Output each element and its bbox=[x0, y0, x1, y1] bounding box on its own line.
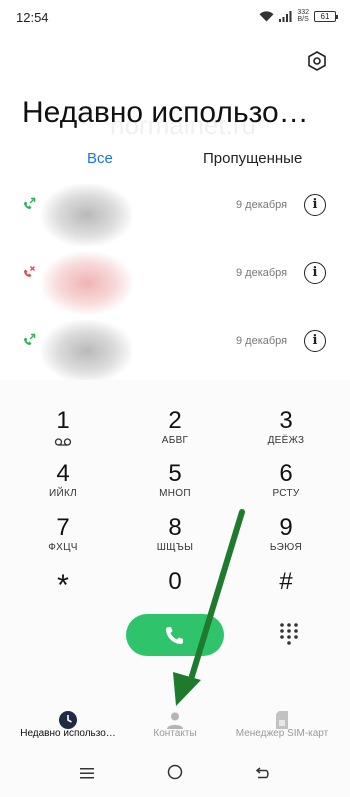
key-digit: # bbox=[279, 568, 293, 595]
key-digit: * bbox=[57, 569, 69, 602]
contact-name-blurred bbox=[42, 252, 132, 314]
key-4[interactable]: 4 ИЙКЛ bbox=[8, 461, 118, 511]
missed-call-icon bbox=[24, 266, 35, 277]
key-7[interactable]: 7 ФХЦЧ bbox=[8, 515, 118, 565]
key-star[interactable]: * bbox=[8, 571, 118, 621]
page-title: Недавно использо… bbox=[22, 96, 309, 129]
key-digit: 8 bbox=[168, 514, 182, 541]
status-bar: 12:54 332 B/S 61 bbox=[0, 0, 350, 36]
tab-all[interactable]: Все bbox=[87, 150, 113, 167]
net-speed-unit: B/S bbox=[297, 16, 309, 23]
key-5[interactable]: 5 МНОП bbox=[120, 461, 230, 511]
key-letters: РСТУ bbox=[272, 488, 300, 499]
phone-icon bbox=[166, 627, 183, 644]
system-nav-bar bbox=[0, 760, 350, 797]
info-icon[interactable]: i bbox=[304, 194, 326, 216]
status-time: 12:54 bbox=[16, 10, 49, 25]
key-digit: 1 bbox=[56, 407, 70, 434]
call-date: 9 декабря bbox=[236, 267, 288, 279]
key-3[interactable]: 3 ДЕЁЖЗ bbox=[231, 408, 341, 458]
key-9[interactable]: 9 ЬЭЮЯ bbox=[231, 515, 341, 565]
key-digit: 2 bbox=[168, 407, 182, 434]
key-digit: 4 bbox=[56, 460, 70, 487]
key-digit: 3 bbox=[279, 407, 293, 434]
key-letters: АБВГ bbox=[161, 435, 189, 446]
contact-name-blurred bbox=[42, 184, 132, 246]
signal-icon bbox=[279, 10, 292, 22]
person-icon bbox=[167, 712, 183, 729]
key-1[interactable]: 1 bbox=[8, 408, 118, 458]
battery-level: 61 bbox=[320, 11, 330, 21]
key-digit: 9 bbox=[279, 514, 293, 541]
tab-missed[interactable]: Пропущенные bbox=[203, 150, 302, 167]
key-letters: ФХЦЧ bbox=[48, 542, 78, 553]
info-icon[interactable]: i bbox=[304, 330, 326, 352]
key-letters: ШЩЪЫ bbox=[156, 542, 194, 553]
call-log-row[interactable]: 9 декабря i bbox=[0, 248, 350, 314]
call-date: 9 декабря bbox=[236, 199, 288, 211]
nav-sim-manager[interactable]: Менеджер SIM-карт bbox=[224, 706, 340, 752]
key-digit: 7 bbox=[56, 514, 70, 541]
key-2[interactable]: 2 АБВГ bbox=[120, 408, 230, 458]
dialpad-toggle-icon[interactable] bbox=[278, 622, 300, 646]
key-letters: МНОП bbox=[159, 488, 191, 499]
battery-icon: 61 bbox=[314, 10, 338, 22]
key-digit: 0 bbox=[168, 568, 182, 595]
contact-name-blurred bbox=[42, 320, 132, 382]
key-6[interactable]: 6 РСТУ bbox=[231, 461, 341, 511]
key-digit: 5 bbox=[168, 460, 182, 487]
key-letters: ЬЭЮЯ bbox=[269, 542, 303, 553]
settings-icon[interactable] bbox=[306, 50, 328, 72]
call-log-row[interactable]: 9 декабря i bbox=[0, 180, 350, 246]
sim-card-icon bbox=[276, 711, 288, 729]
net-speed-value: 332 bbox=[297, 9, 309, 16]
voicemail-icon bbox=[54, 438, 72, 446]
menu-icon[interactable] bbox=[80, 766, 94, 784]
home-icon[interactable] bbox=[167, 764, 183, 785]
wifi-icon bbox=[259, 10, 274, 21]
outgoing-call-icon bbox=[24, 197, 36, 209]
call-log-row[interactable]: 9 декабря i bbox=[0, 316, 350, 382]
clock-icon bbox=[59, 711, 77, 729]
info-icon[interactable]: i bbox=[304, 262, 326, 284]
call-tabs: Все Пропущенные bbox=[0, 148, 350, 172]
back-icon[interactable] bbox=[255, 766, 270, 784]
call-date: 9 декабря bbox=[236, 335, 288, 347]
key-0[interactable]: 0 bbox=[120, 569, 230, 619]
key-letters: ИЙКЛ bbox=[49, 488, 77, 499]
bottom-nav: Недавно использо… Контакты Менеджер SIM-… bbox=[0, 706, 350, 752]
key-8[interactable]: 8 ШЩЪЫ bbox=[120, 515, 230, 565]
nav-contacts[interactable]: Контакты bbox=[117, 706, 233, 752]
net-speed: 332 B/S bbox=[297, 9, 309, 23]
nav-recent[interactable]: Недавно использо… bbox=[10, 706, 126, 752]
key-digit: 6 bbox=[279, 460, 293, 487]
call-button[interactable] bbox=[126, 614, 224, 656]
key-letters: ДЕЁЖЗ bbox=[267, 435, 305, 446]
outgoing-call-icon bbox=[24, 333, 36, 345]
key-hash[interactable]: # bbox=[231, 569, 341, 619]
